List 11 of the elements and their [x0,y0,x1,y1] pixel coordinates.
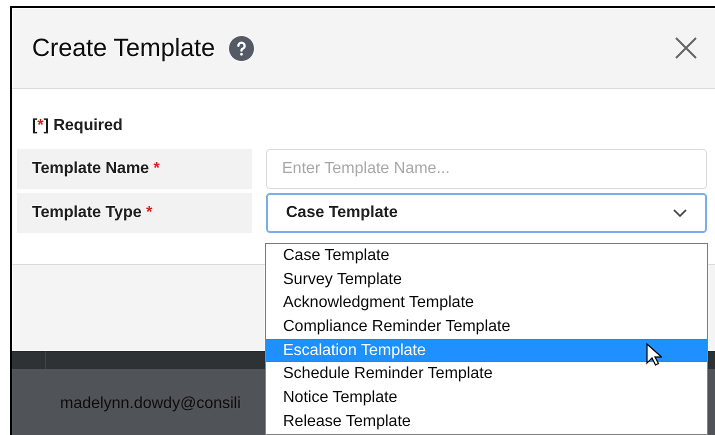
dialog-title: Create Template [32,34,215,62]
chevron-icon [673,209,687,217]
close-icon[interactable] [675,37,697,59]
help-icon[interactable] [228,36,254,60]
field-label: Template Type * [17,193,252,233]
email-text: madelynn.dowdy@consili [60,395,241,413]
input-field[interactable]: Enter Template Name... [266,149,707,189]
required-note: [*] Required [32,117,124,135]
mouse-cursor-icon [646,343,662,367]
dropdown-select[interactable]: Case Template [266,193,707,233]
field-label: Template Name * [17,149,252,189]
